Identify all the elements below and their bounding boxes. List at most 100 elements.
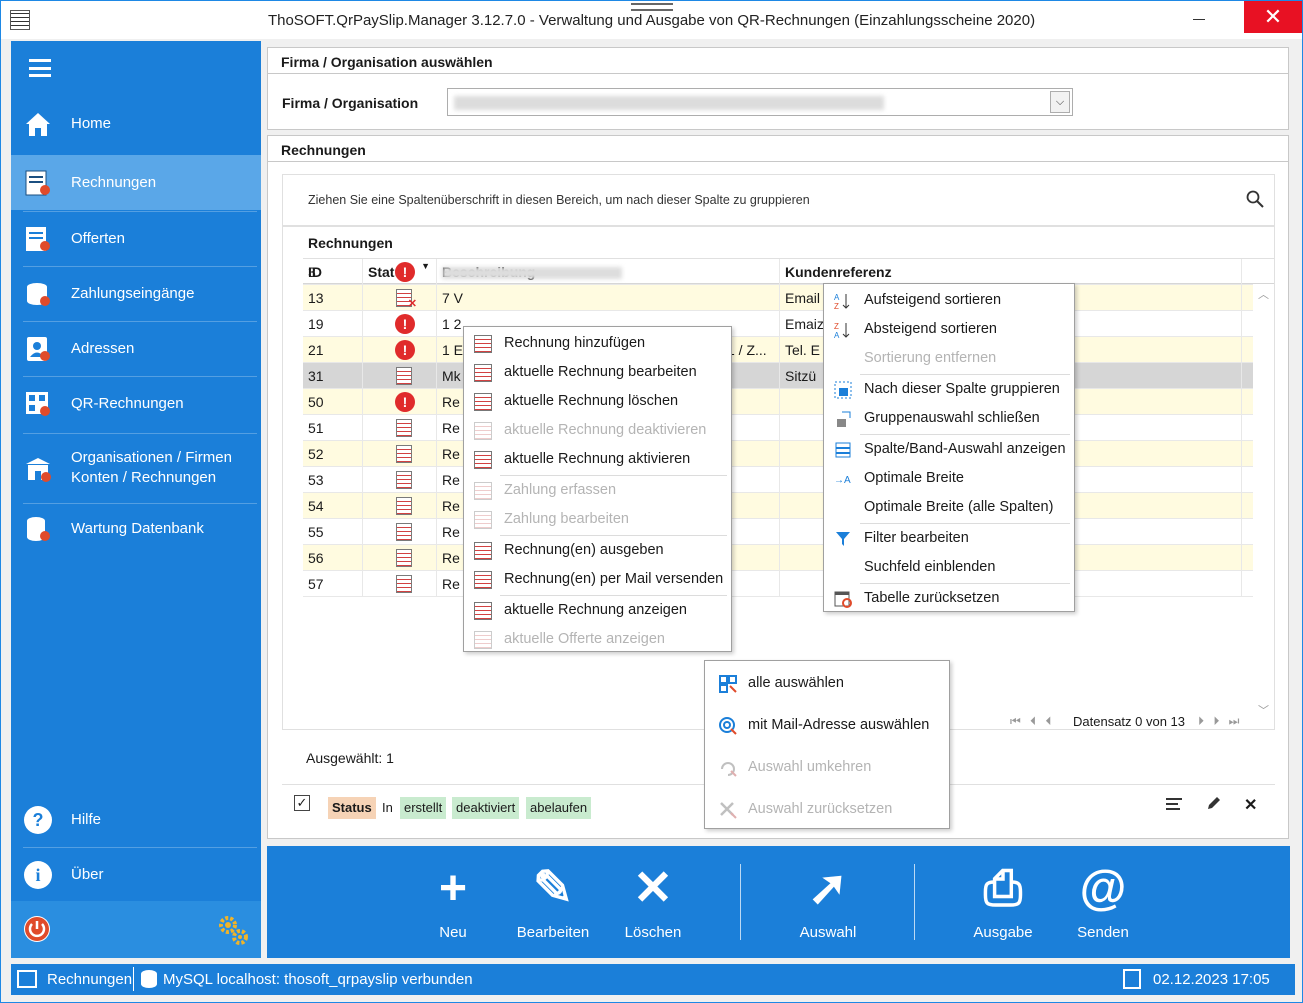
table-row[interactable]: 31 Mk Sitzü [303,363,1253,389]
selection-button[interactable]: ➚ Auswahl [778,846,878,958]
vertical-scrollbar[interactable]: ︿ ﹀ [1254,284,1274,717]
address-icon [23,334,53,364]
row-menu-item[interactable]: aktuelle Rechnung löschen [464,387,731,416]
sidebar: Home Rechnungen Offerten Zahlungseingäng… [11,41,261,958]
invoice-action-icon [474,511,492,529]
row-menu-item[interactable]: Rechnung(en) per Mail versenden [464,565,731,594]
cursor-arrow-icon: ➚ [807,862,849,915]
table-row[interactable]: 19! 1 2 Emaiz [303,311,1253,337]
sidebar-item-offerten[interactable]: Offerten [11,211,261,266]
send-button-label: Senden [1077,924,1129,941]
column-menu-item[interactable]: A Z Aufsteigend sortieren [824,286,1074,315]
cell-beschreibung-text: Mk [442,368,461,384]
cell-id: 3 [303,259,363,285]
column-menu-item[interactable]: →A← Optimale Breite [824,464,1074,493]
filter-field-chip[interactable]: Status [328,797,376,819]
cell-status [363,415,437,441]
row-menu-item[interactable]: aktuelle Rechnung anzeigen [464,596,731,625]
filter-value-chip[interactable]: erstellt [400,797,447,819]
row-menu-item[interactable]: Rechnung hinzufügen [464,329,731,358]
close-button[interactable]: ✕ [1244,1,1302,33]
group-by-area[interactable]: Ziehen Sie eine Spaltenüberschrift in di… [282,174,1275,226]
table-row[interactable]: 55 Re [303,519,1253,545]
row-menu-item-label: aktuelle Rechnung löschen [504,393,679,409]
column-menu-item-label: Filter bearbeiten [864,530,969,546]
chevron-down-icon[interactable]: ⌵ [1050,91,1070,113]
filter-operator-chip[interactable]: In [378,797,397,819]
table-row[interactable]: 13 7 V Email [303,285,1253,311]
table-row[interactable]: 53 Re [303,467,1253,493]
cell-status: ! [363,337,437,363]
column-menu-item[interactable]: Tabelle zurücksetzen [824,584,1074,613]
sidebar-item-label: Home [71,114,112,132]
sidebar-item-label: Adressen [71,339,135,357]
column-menu-item[interactable]: Optimale Breite (alle Spalten) [824,493,1074,522]
app-window: ThoSOFT.QrPaySlip.Manager 3.12.7.0 - Ver… [0,0,1303,1003]
sidebar-item-home[interactable]: Home [11,96,261,151]
svg-text:Z: Z [834,302,839,310]
cell-id: 31 [303,363,363,389]
selection-menu-item[interactable]: mit Mail-Adresse auswählen [705,711,949,740]
column-menu-item[interactable]: Z A Absteigend sortieren [824,315,1074,344]
column-menu-item-label: Optimale Breite [864,470,964,486]
table-row[interactable]: 21! 1 E 1 / Z... Tel. E [303,337,1253,363]
column-menu-item[interactable]: Suchfeld einblenden [824,553,1074,582]
row-menu-item[interactable]: aktuelle Rechnung aktivieren [464,445,731,474]
selection-menu-item-label: Auswahl zurücksetzen [748,801,893,817]
deactivated-invoice-icon [396,289,417,310]
sidebar-item-rechnungen[interactable]: Rechnungen [11,155,261,210]
output-button[interactable]: ⎙ Ausgabe [953,846,1053,958]
table-row[interactable]: 51 Re [303,415,1253,441]
record-nav-first-prev[interactable]: ⏮ ⏴ ⏴ [1010,714,1054,729]
table-row[interactable]: 52 Re [303,441,1253,467]
new-button-label: Neu [439,924,467,941]
cell-id: 21 [303,337,363,363]
settings-gears-icon[interactable] [216,913,250,950]
organisation-select[interactable]: ⌵ [447,88,1073,116]
sidebar-item-organisationen[interactable]: Organisationen / Firmen Konten / Rechnun… [11,441,261,496]
drag-grip-icon[interactable] [631,3,673,11]
row-menu-item[interactable]: Rechnung(en) ausgeben [464,536,731,565]
filter-value-chip[interactable]: deaktiviert [452,797,520,819]
record-nav-next-last[interactable]: ⏵ ⏵ ⏭ [1198,714,1242,729]
error-status-icon: ! [395,314,415,334]
sidebar-item-ueber[interactable]: i Über [11,847,261,902]
column-menu-item[interactable]: Filter bearbeiten [824,524,1074,553]
filter-edit-icon[interactable] [1206,795,1222,814]
filter-clear-icon[interactable]: ✕ [1244,795,1257,815]
column-menu-item[interactable]: Gruppenauswahl schließen [824,404,1074,433]
table-row[interactable]: 3! [303,259,1253,285]
edit-button[interactable]: ✎ Bearbeiten [503,846,603,958]
table-row[interactable]: 50! Re [303,389,1253,415]
cell-beschreibung [437,259,780,285]
row-menu-item: Zahlung erfassen [464,476,731,505]
scroll-down-icon[interactable]: ﹀ [1258,702,1269,718]
delete-button[interactable]: ✕ Löschen [603,846,703,958]
power-icon[interactable] [23,915,51,946]
send-button[interactable]: @ Senden [1053,846,1153,958]
filter-enabled-checkbox[interactable]: ✓ [294,795,310,811]
column-menu-item[interactable]: Nach dieser Spalte gruppieren [824,375,1074,404]
new-button[interactable]: + Neu [403,846,503,958]
search-icon[interactable] [1246,190,1264,208]
minimize-button[interactable] [1187,7,1215,33]
sidebar-item-qr-rechnungen[interactable]: QR-Rechnungen [11,376,261,431]
sidebar-item-hilfe[interactable]: ? Hilfe [11,792,261,847]
scroll-up-icon[interactable]: ︿ [1258,286,1269,302]
table-row[interactable]: 57 Re [303,571,1253,597]
row-menu-item[interactable]: aktuelle Rechnung bearbeiten [464,358,731,387]
sidebar-item-adressen[interactable]: Adressen [11,321,261,376]
filter-list-icon[interactable] [1166,797,1182,814]
cell-kundenreferenz-text: Email [785,290,821,306]
table-row[interactable]: 56 Re [303,545,1253,571]
column-menu-item: Sortierung entfernen [824,344,1074,373]
selection-menu-item[interactable]: alle auswählen [705,669,949,698]
sidebar-item-wartung-datenbank[interactable]: Wartung Datenbank [11,501,261,556]
hamburger-menu-icon[interactable] [29,59,51,77]
table-row[interactable]: 54 Re [303,493,1253,519]
error-status-icon: ! [395,262,415,282]
filter-value-chip[interactable]: abelaufen [526,797,592,819]
offer-icon [23,224,53,254]
sidebar-item-zahlungseingaenge[interactable]: Zahlungseingänge [11,266,261,321]
column-menu-item[interactable]: Spalte/Band-Auswahl anzeigen [824,435,1074,464]
